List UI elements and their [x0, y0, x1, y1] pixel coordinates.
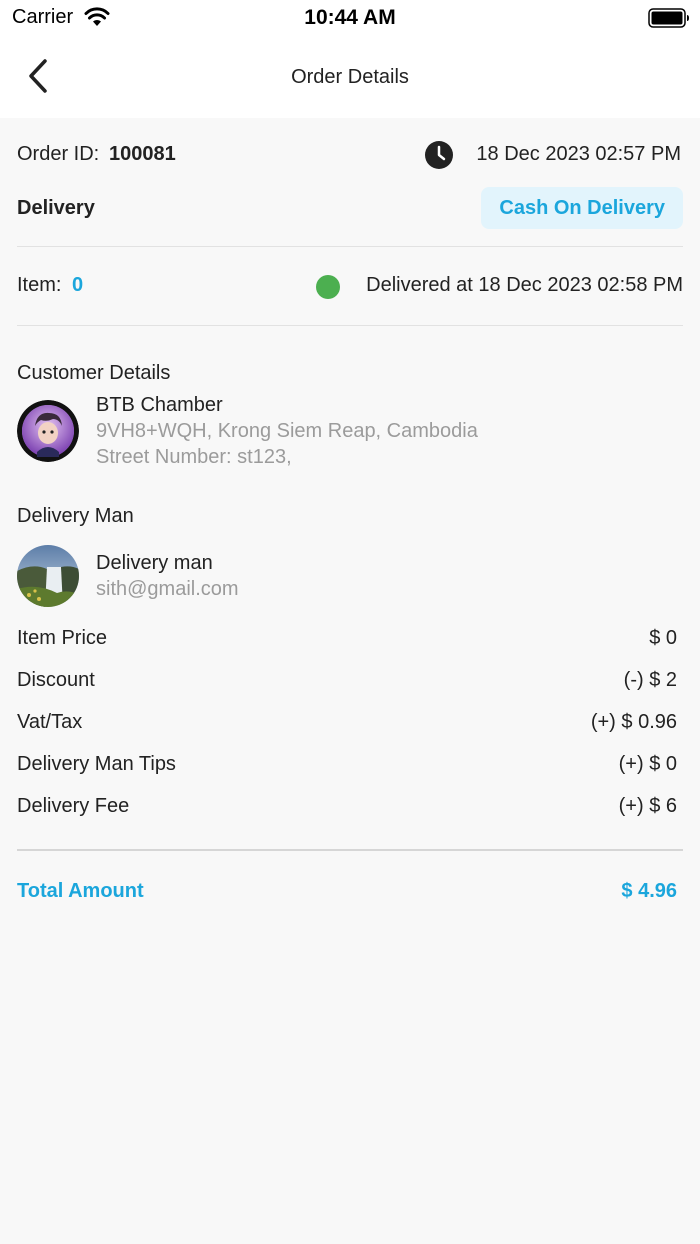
total-amount-label: Total Amount	[17, 880, 144, 902]
app-header: Order Details	[0, 40, 700, 118]
customer-section-title: Customer Details	[17, 362, 171, 384]
customer-name: BTB Chamber	[96, 394, 223, 416]
divider	[17, 246, 683, 247]
price-row-discount: Discount (-) $ 2	[17, 669, 677, 697]
delivered-status-text: Delivered at 18 Dec 2023 02:58 PM	[366, 274, 683, 296]
price-label: Delivery Man Tips	[17, 753, 176, 775]
price-value: (+) $ 6	[618, 795, 677, 817]
delivery-man-avatar	[17, 545, 79, 607]
delivered-status-dot	[316, 275, 340, 299]
status-bar: Carrier 10:44 AM	[0, 0, 700, 40]
items-count: 0	[72, 274, 84, 296]
delivery-man-name: Delivery man	[96, 552, 213, 574]
status-time: 10:44 AM	[304, 6, 396, 29]
delivery-row: Delivery Cash On Delivery	[17, 186, 683, 230]
price-row-delivery-man-tips: Delivery Man Tips (+) $ 0	[17, 753, 677, 781]
price-value: (-) $ 2	[623, 669, 677, 691]
total-divider	[17, 849, 683, 851]
payment-method-badge: Cash On Delivery	[481, 187, 683, 229]
price-value: (+) $ 0	[618, 753, 677, 775]
price-row-vat-tax: Vat/Tax (+) $ 0.96	[17, 711, 677, 739]
divider	[17, 325, 683, 326]
customer-street: Street Number: st123,	[96, 446, 292, 468]
delivery-type: Delivery	[17, 197, 95, 219]
clock-icon	[425, 141, 453, 169]
price-label: Vat/Tax	[17, 711, 83, 733]
customer-address: 9VH8+WQH, Krong Siem Reap, Cambodia	[96, 420, 478, 442]
customer-avatar	[17, 400, 79, 462]
page-title: Order Details	[291, 66, 409, 88]
price-label: Item Price	[17, 627, 108, 649]
items-status-row: Item: 0 Delivered at 18 Dec 2023 02:58 P…	[17, 270, 683, 300]
price-value: $ 0	[649, 627, 677, 649]
price-row-delivery-fee: Delivery Fee (+) $ 6	[17, 795, 677, 823]
items-label: Item:	[17, 274, 62, 296]
price-row-item-price: Item Price $ 0	[17, 627, 677, 655]
delivery-man-email: sith@gmail.com	[96, 578, 239, 600]
order-id-value: 100081	[109, 143, 176, 165]
total-amount-value: $ 4.96	[621, 880, 677, 902]
order-datetime: 18 Dec 2023 02:57 PM	[476, 143, 681, 165]
order-summary-row: Order ID: 100081 18 Dec 2023 02:57 PM	[17, 140, 683, 170]
price-value: (+) $ 0.96	[590, 711, 677, 733]
price-label: Delivery Fee	[17, 795, 130, 817]
price-label: Discount	[17, 669, 95, 691]
order-id-label: Order ID:	[17, 143, 100, 165]
battery-icon	[648, 8, 689, 28]
total-amount-row: Total Amount $ 4.96	[17, 880, 677, 910]
delivery-man-section-title: Delivery Man	[17, 505, 134, 527]
